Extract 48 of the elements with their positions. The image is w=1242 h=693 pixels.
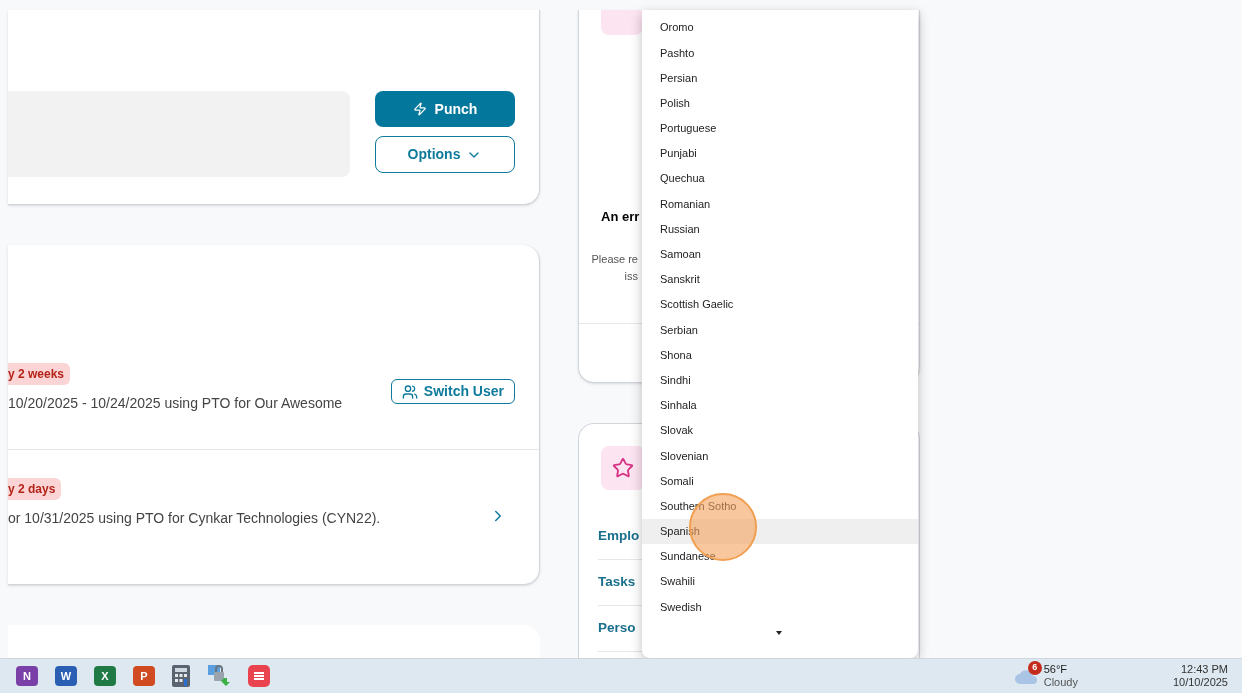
language-option[interactable]: Oromo <box>642 15 918 41</box>
language-option[interactable]: Romanian <box>642 191 918 217</box>
clock-time: 12:43 PM <box>1180 663 1228 676</box>
icon-tile <box>601 10 643 35</box>
language-option[interactable]: Persian <box>642 65 918 91</box>
language-option[interactable]: Slovak <box>642 418 918 444</box>
language-option[interactable]: Punjabi <box>642 140 918 167</box>
star-icon <box>612 457 634 479</box>
language-option[interactable]: Polish <box>642 90 918 116</box>
error-title: An err <box>601 208 640 226</box>
calculator-icon[interactable] <box>172 665 190 687</box>
notification-badge: 6 <box>1027 661 1042 675</box>
language-option[interactable]: Quechua <box>642 166 918 192</box>
error-message: Please re iss <box>591 252 638 284</box>
app-icon[interactable]: X <box>94 666 116 686</box>
remote-lock-icon[interactable] <box>207 664 231 688</box>
duration-badge: y 2 days <box>8 478 62 500</box>
users-icon <box>401 383 418 400</box>
language-option[interactable]: Swahili <box>642 569 918 595</box>
cloud-icon[interactable] <box>1013 668 1038 684</box>
language-option[interactable]: Scottish Gaelic <box>642 292 918 318</box>
app-icon[interactable]: N <box>16 666 38 686</box>
duration-badge: y 2 weeks <box>8 363 71 385</box>
language-option[interactable]: Sanskrit <box>642 266 918 293</box>
lightning-icon <box>412 102 427 116</box>
request-text: or 10/31/2025 using PTO for Cynkar Technologies (CYN22). <box>8 509 381 528</box>
weather-condition: Cloudy <box>1043 676 1078 689</box>
language-option[interactable]: Portuguese <box>642 115 918 141</box>
language-option[interactable]: Sindhi <box>642 367 918 393</box>
switch-user-button[interactable]: Switch User <box>390 379 515 404</box>
punch-button[interactable]: Punch <box>375 91 515 127</box>
language-option[interactable]: Sinhala <box>642 392 918 418</box>
temperature-text: 56°F <box>1043 663 1069 676</box>
language-option[interactable]: Slovenian <box>642 443 918 469</box>
language-option[interactable]: Pashto <box>642 40 918 66</box>
clock-date: 10/10/2025 <box>1172 676 1228 689</box>
language-option[interactable]: Swedish <box>642 594 918 620</box>
language-option[interactable]: Serbian <box>642 317 918 343</box>
scroll-down-arrow-icon[interactable] <box>776 631 782 635</box>
app-icon[interactable]: P <box>133 666 155 686</box>
options-button[interactable]: Options <box>375 136 515 173</box>
language-option[interactable]: Somali <box>642 468 918 494</box>
app-icon[interactable]: W <box>55 666 77 686</box>
language-option[interactable]: Russian <box>642 216 918 242</box>
language-option[interactable]: Shona <box>642 342 918 368</box>
app-icon[interactable] <box>248 665 270 687</box>
language-option[interactable]: Samoan <box>642 241 918 267</box>
request-text: 10/20/2025 - 10/24/2025 using PTO for Our Awesome <box>8 394 343 413</box>
